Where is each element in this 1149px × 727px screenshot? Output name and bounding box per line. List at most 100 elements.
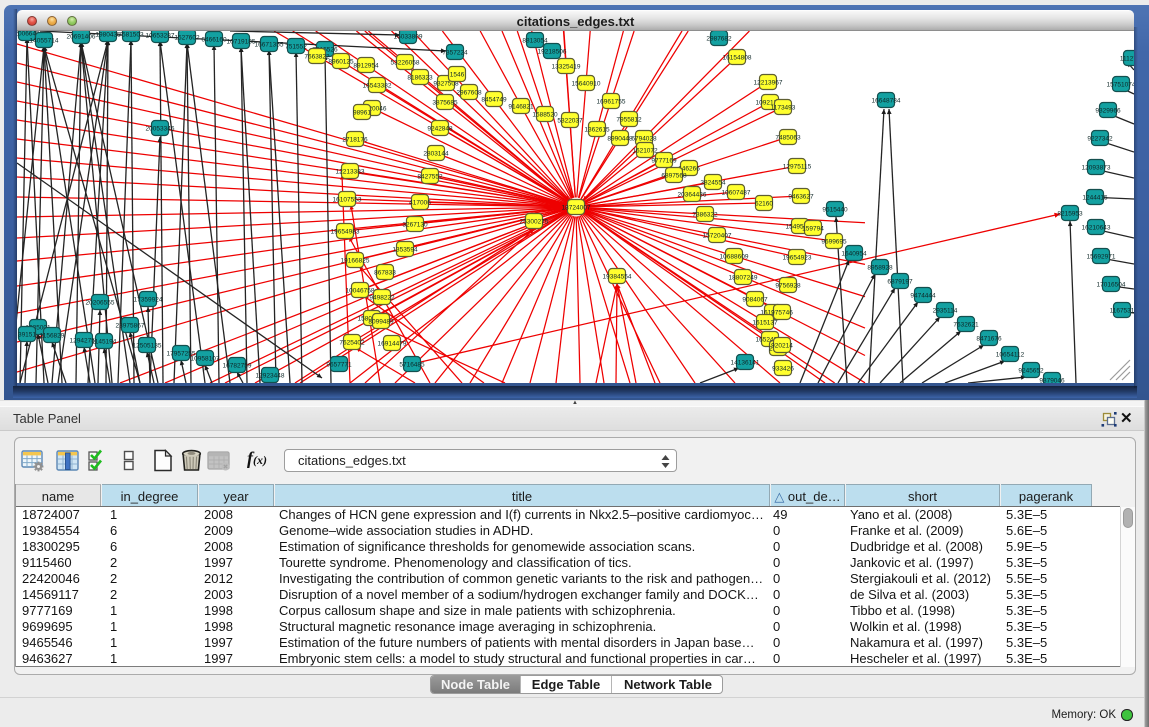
svg-text:16154808: 16154808 (723, 54, 752, 61)
svg-text:16671355: 16671355 (255, 41, 284, 48)
svg-text:6466160: 6466160 (201, 36, 227, 43)
svg-text:1588520: 1588520 (532, 111, 558, 118)
svg-text:9474444: 9474444 (910, 292, 936, 299)
svg-text:16914479: 16914479 (378, 340, 407, 347)
svg-text:9084067: 9084067 (742, 296, 768, 303)
svg-text:8186323: 8186323 (407, 74, 433, 81)
svg-text:16107553: 16107553 (333, 196, 362, 203)
svg-text:417006: 417006 (409, 199, 431, 206)
svg-text:53226058: 53226058 (391, 59, 420, 66)
svg-text:19166825: 19166825 (341, 257, 370, 264)
svg-text:17016504: 17016504 (1097, 281, 1126, 288)
svg-text:12975115: 12975115 (783, 163, 812, 170)
svg-text:1621072: 1621072 (632, 147, 658, 154)
svg-text:9498222: 9498222 (369, 294, 395, 301)
svg-text:12093873: 12093873 (1082, 164, 1111, 171)
svg-text:7386322: 7386322 (692, 211, 718, 218)
svg-text:1156829: 1156829 (40, 332, 65, 339)
svg-text:16648784: 16648784 (872, 97, 901, 104)
svg-text:10719185: 10719185 (227, 38, 256, 45)
svg-text:8427552: 8427552 (417, 173, 443, 180)
svg-text:1353594: 1353594 (392, 246, 418, 253)
svg-text:6794028: 6794028 (631, 135, 657, 142)
svg-text:19218506: 19218506 (538, 48, 567, 55)
svg-text:14055714: 14055714 (30, 37, 59, 44)
svg-text:6879197: 6879197 (887, 278, 913, 285)
svg-text:98961: 98961 (353, 109, 371, 116)
svg-text:7485063: 7485063 (775, 134, 801, 141)
svg-text:18807249: 18807249 (729, 274, 758, 281)
svg-text:17359924: 17359924 (134, 296, 163, 303)
svg-text:2803144: 2803144 (423, 150, 449, 157)
svg-text:16782759: 16782759 (223, 362, 252, 369)
svg-text:2987682: 2987682 (706, 35, 732, 42)
svg-text:16210643: 16210643 (1082, 224, 1111, 231)
svg-text:25300275: 25300275 (520, 218, 549, 225)
svg-text:10958107: 10958107 (191, 355, 220, 362)
svg-text:20691406: 20691406 (67, 33, 96, 40)
svg-text:9245652: 9245652 (1018, 367, 1044, 374)
svg-text:1244415: 1244415 (1082, 194, 1108, 201)
svg-text:9463627: 9463627 (788, 193, 814, 200)
svg-text:10046758: 10046758 (346, 287, 375, 294)
svg-text:3875685: 3875685 (432, 99, 458, 106)
svg-text:9756928: 9756928 (775, 282, 801, 289)
svg-text:8454749: 8454749 (481, 96, 507, 103)
svg-text:19384554: 19384554 (603, 273, 632, 280)
svg-text:933426: 933426 (772, 365, 794, 372)
svg-text:1173493: 1173493 (771, 104, 796, 111)
svg-text:12923448: 12923448 (256, 372, 285, 379)
svg-text:9657771: 9657771 (326, 361, 352, 368)
svg-text:9379046: 9379046 (1039, 377, 1065, 383)
svg-text:12213383: 12213383 (336, 168, 365, 175)
svg-text:3267130: 3267130 (402, 221, 428, 228)
svg-text:23975867: 23975867 (116, 322, 145, 329)
svg-text:9227342: 9227342 (1087, 135, 1113, 142)
svg-text:1362615: 1362615 (584, 126, 610, 133)
svg-text:10607487: 10607487 (722, 189, 751, 196)
svg-text:8215953: 8215953 (1057, 210, 1083, 217)
svg-text:159794: 159794 (802, 225, 824, 232)
svg-text:7581503: 7581503 (118, 31, 144, 38)
svg-text:7625402: 7625402 (339, 339, 365, 346)
svg-text:8813054: 8813054 (522, 37, 548, 44)
svg-text:15692971: 15692971 (1087, 253, 1116, 260)
svg-text:16961755: 16961755 (597, 98, 626, 105)
svg-text:6897568: 6897568 (661, 172, 687, 179)
svg-text:8471676: 8471676 (976, 335, 1002, 342)
svg-text:8990448: 8990448 (607, 135, 633, 142)
svg-text:8960125: 8960125 (328, 58, 354, 65)
svg-text:39151: 39151 (18, 331, 36, 338)
svg-text:1640954: 1640954 (841, 250, 867, 257)
svg-text:15640910: 15640910 (572, 80, 601, 87)
svg-text:8958928: 8958928 (867, 264, 893, 271)
svg-text:7632621: 7632621 (953, 321, 979, 328)
svg-text:20364436: 20364436 (678, 191, 707, 198)
svg-text:9329966: 9329966 (1095, 107, 1121, 114)
svg-text:20206555: 20206555 (86, 299, 115, 306)
svg-text:751552: 751552 (285, 43, 307, 50)
svg-text:7357224: 7357224 (442, 49, 468, 56)
svg-text:7955812: 7955812 (616, 116, 642, 123)
svg-text:975746: 975746 (771, 309, 793, 316)
svg-text:19654923: 19654923 (783, 254, 812, 261)
svg-text:19654983: 19654983 (331, 228, 360, 235)
svg-text:10653287: 10653287 (146, 32, 175, 39)
svg-text:13325419: 13325419 (552, 63, 581, 70)
svg-text:14136141: 14136141 (731, 359, 760, 366)
svg-text:9146821: 9146821 (508, 103, 534, 110)
svg-text:2718176: 2718176 (342, 136, 368, 143)
svg-text:8099489: 8099489 (368, 318, 394, 325)
svg-text:18724007: 18724007 (562, 204, 591, 211)
svg-text:16033809: 16033809 (394, 33, 423, 40)
svg-text:1527602: 1527602 (174, 34, 200, 41)
svg-text:5322037: 5322037 (557, 117, 583, 124)
svg-text:62160: 62160 (755, 200, 773, 207)
svg-text:8912954: 8912954 (353, 62, 379, 69)
svg-text:1112784: 1112784 (1120, 55, 1134, 62)
svg-text:1546: 1546 (450, 71, 465, 78)
svg-text:16543382: 16543382 (363, 82, 392, 89)
svg-text:867833: 867833 (374, 269, 396, 276)
svg-text:1980435: 1980435 (95, 31, 121, 38)
svg-text:9242848: 9242848 (427, 125, 453, 132)
